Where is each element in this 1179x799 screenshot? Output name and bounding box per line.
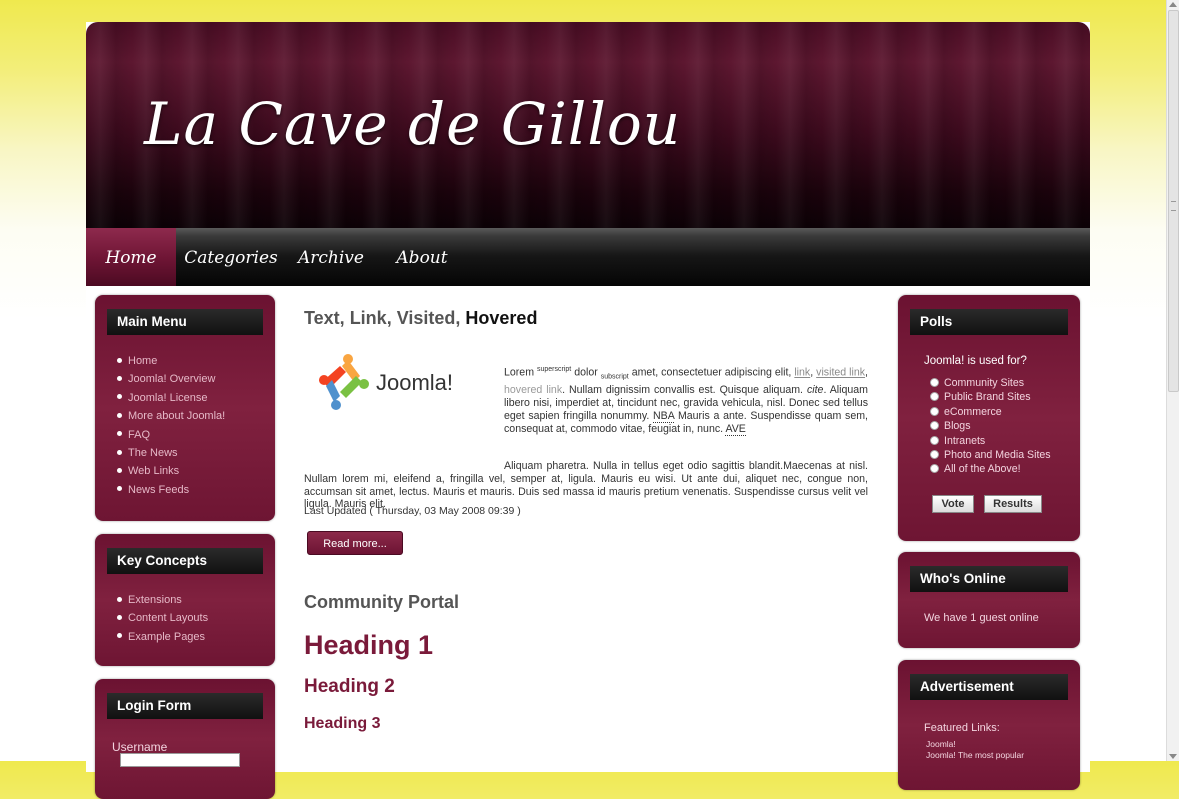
- poll-options: Community Sites Public Brand Sites eComm…: [930, 376, 1060, 477]
- heading-1: Heading 1: [304, 630, 434, 660]
- read-more-button[interactable]: Read more...: [307, 531, 403, 555]
- username-label: Username: [112, 740, 168, 754]
- main-menu-title: Main Menu: [107, 309, 263, 335]
- menu-item-news-feeds[interactable]: News Feeds: [117, 481, 225, 499]
- last-updated: Last Updated ( Thursday, 03 May 2008 09:…: [304, 505, 521, 517]
- menu-item-web-links[interactable]: Web Links: [117, 462, 225, 480]
- vote-button[interactable]: Vote: [932, 495, 974, 513]
- menu-item-joomla-license[interactable]: Joomla! License: [117, 389, 225, 407]
- article-paragraph-2: Aliquam pharetra. Nulla in tellus eget o…: [304, 460, 868, 511]
- article-paragraph-1: Lorem superscript dolor subscript amet, …: [504, 366, 869, 436]
- joomla-mark-icon: [319, 354, 369, 410]
- bullet-icon: [117, 394, 122, 400]
- menu-item-joomla-overview[interactable]: Joomla! Overview: [117, 370, 225, 388]
- poll-option[interactable]: Photo and Media Sites: [930, 448, 1060, 462]
- main-navigation: Home Categories Archive About: [86, 228, 1090, 286]
- menu-item-content-layouts[interactable]: Content Layouts: [117, 609, 208, 627]
- hovered-link[interactable]: hovered link: [504, 384, 562, 396]
- article-title: Text, Link, Visited, Hovered: [304, 308, 538, 328]
- poll-option[interactable]: All of the Above!: [930, 462, 1060, 476]
- joomla-logo: Joomla!: [319, 354, 453, 410]
- featured-links-label: Featured Links:: [924, 722, 1000, 734]
- nav-archive[interactable]: Archive: [298, 228, 364, 286]
- ad-link-joomla-popular[interactable]: Joomla! The most popular: [926, 750, 1024, 760]
- menu-item-example-pages[interactable]: Example Pages: [117, 628, 208, 646]
- nba-abbreviation: NBA: [653, 410, 675, 424]
- radio-icon[interactable]: [930, 421, 939, 431]
- bullet-icon: [117, 412, 122, 418]
- advertisement-box: Advertisement Featured Links: Joomla! Jo…: [898, 660, 1080, 790]
- sample-link[interactable]: link: [794, 367, 810, 379]
- poll-question: Joomla! is used for?: [924, 355, 1027, 367]
- poll-option[interactable]: Community Sites: [930, 376, 1060, 390]
- radio-icon[interactable]: [930, 450, 939, 460]
- nav-about[interactable]: About: [392, 228, 452, 286]
- joomla-wordmark: Joomla!: [376, 370, 453, 395]
- polls-box: Polls Joomla! is used for? Community Sit…: [898, 295, 1080, 541]
- poll-option[interactable]: eCommerce: [930, 405, 1060, 419]
- poll-option[interactable]: Blogs: [930, 419, 1060, 433]
- scroll-down-icon[interactable]: [1169, 754, 1177, 759]
- whos-online-title: Who's Online: [910, 566, 1068, 592]
- nav-categories[interactable]: Categories: [184, 228, 278, 286]
- radio-icon[interactable]: [930, 435, 939, 445]
- menu-item-more-about-joomla[interactable]: More about Joomla!: [117, 407, 225, 425]
- radio-icon[interactable]: [930, 464, 939, 474]
- site-container: La Cave de Gillou Home Categories Archiv…: [86, 22, 1090, 799]
- key-concepts-list: Extensions Content Layouts Example Pages: [117, 591, 208, 646]
- site-header: La Cave de Gillou: [86, 22, 1090, 228]
- visited-link[interactable]: visited link: [816, 367, 865, 379]
- section-title: Community Portal: [304, 592, 460, 612]
- login-form-title: Login Form: [107, 693, 263, 719]
- main-menu-list: Home Joomla! Overview Joomla! License Mo…: [117, 352, 225, 499]
- poll-option[interactable]: Intranets: [930, 434, 1060, 448]
- radio-icon[interactable]: [930, 378, 939, 387]
- menu-item-the-news[interactable]: The News: [117, 444, 225, 462]
- menu-item-extensions[interactable]: Extensions: [117, 591, 208, 609]
- bullet-icon: [117, 376, 122, 381]
- radio-icon[interactable]: [930, 406, 939, 416]
- bullet-icon: [117, 615, 122, 620]
- bullet-icon: [117, 486, 122, 492]
- polls-title: Polls: [910, 309, 1068, 335]
- heading-2: Heading 2: [304, 676, 395, 697]
- radio-icon[interactable]: [930, 392, 939, 402]
- scroll-up-icon[interactable]: [1169, 2, 1177, 7]
- poll-option[interactable]: Public Brand Sites: [930, 390, 1060, 404]
- site-logo[interactable]: La Cave de Gillou: [144, 90, 681, 158]
- bullet-icon: [117, 633, 122, 639]
- bullet-icon: [117, 468, 122, 474]
- main-menu-box: Main Menu Home Joomla! Overview Joomla! …: [95, 295, 275, 521]
- key-concepts-box: Key Concepts Extensions Content Layouts …: [95, 534, 275, 666]
- heading-3: Heading 3: [304, 715, 381, 732]
- nav-home[interactable]: Home: [86, 228, 176, 286]
- ave-abbreviation: AVE: [725, 422, 746, 436]
- scroll-grip-icon: [1171, 201, 1176, 211]
- vertical-scrollbar[interactable]: [1166, 0, 1179, 761]
- bullet-icon: [117, 596, 122, 602]
- bullet-icon: [117, 449, 122, 455]
- online-count: We have 1 guest online: [924, 612, 1039, 624]
- menu-item-home[interactable]: Home: [117, 352, 225, 370]
- whos-online-box: Who's Online We have 1 guest online: [898, 552, 1080, 648]
- scroll-thumb[interactable]: [1168, 10, 1179, 392]
- key-concepts-title: Key Concepts: [107, 548, 263, 574]
- login-form-box: Login Form: [95, 679, 275, 799]
- username-input[interactable]: [120, 753, 240, 767]
- ad-link-joomla[interactable]: Joomla!: [926, 739, 956, 749]
- results-button[interactable]: Results: [984, 495, 1042, 513]
- advertisement-title: Advertisement: [910, 674, 1068, 700]
- bullet-icon: [117, 431, 122, 437]
- menu-item-faq[interactable]: FAQ: [117, 426, 225, 444]
- bullet-icon: [117, 357, 122, 363]
